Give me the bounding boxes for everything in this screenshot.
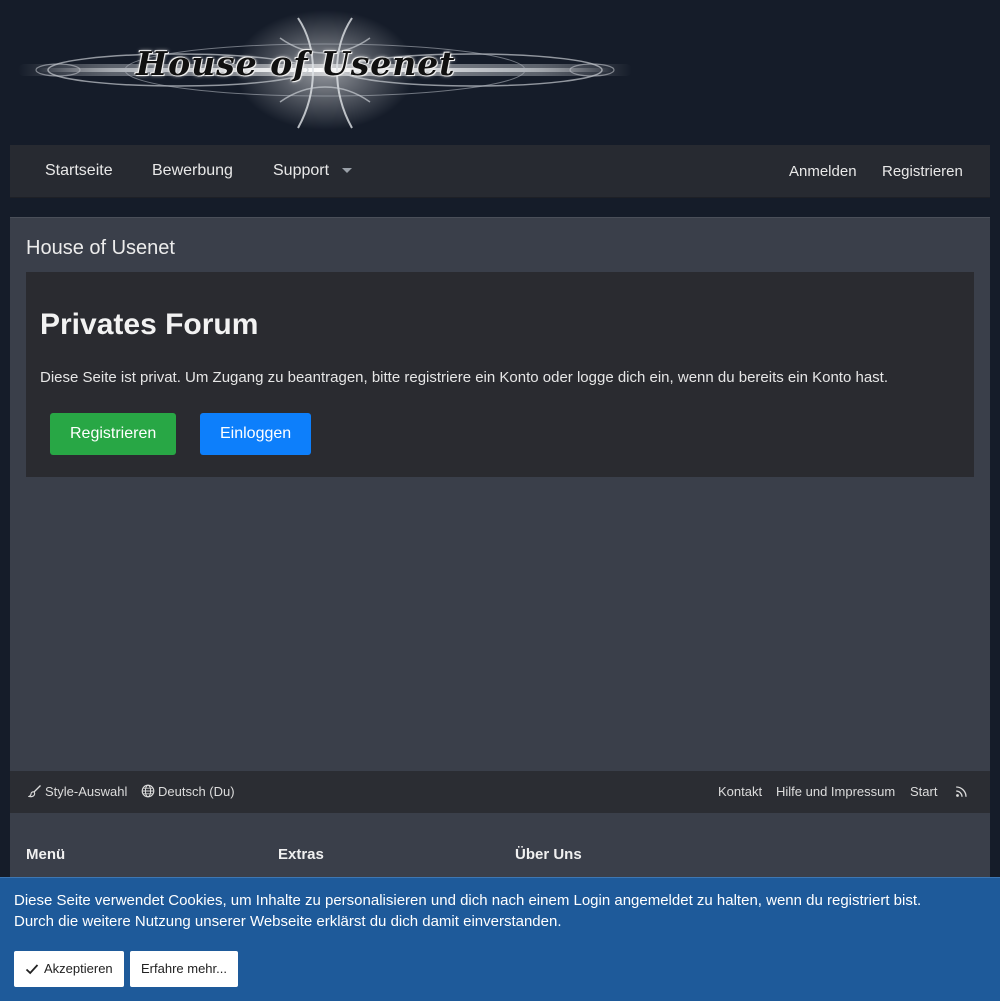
footer-col-about: Über Uns — [515, 846, 582, 863]
cookie-message-line-1: Diese Seite verwendet Cookies, um Inhalt… — [14, 892, 922, 909]
register-button[interactable]: Registrieren — [50, 413, 177, 455]
cookie-accept-label: Akzeptieren — [44, 961, 113, 976]
rss-icon — [956, 786, 967, 797]
nav-login[interactable]: Anmelden — [789, 145, 857, 197]
private-forum-block: Privates Forum Diese Seite ist privat. U… — [26, 272, 974, 477]
cookie-learn-more-button[interactable]: Erfahre mehr... — [130, 951, 238, 987]
logo-text: House of Usenet — [136, 44, 456, 83]
footer-col-extras: Extras — [278, 846, 324, 863]
footer-link-help[interactable]: Hilfe und Impressum — [776, 771, 895, 813]
nav-startseite[interactable]: Startseite — [45, 145, 113, 197]
footer-col-menu: Menü — [26, 846, 66, 863]
cookie-notice: Diese Seite verwendet Cookies, um Inhalt… — [0, 877, 1000, 1001]
paintbrush-icon — [27, 785, 41, 798]
language-chooser-link[interactable]: Deutsch (Du) — [141, 771, 235, 813]
private-forum-heading: Privates Forum — [40, 308, 259, 341]
footer-link-start[interactable]: Start — [910, 771, 937, 813]
footer-link-kontakt[interactable]: Kontakt — [718, 771, 762, 813]
cookie-accept-button[interactable]: Akzeptieren — [14, 951, 124, 987]
login-button[interactable]: Einloggen — [200, 413, 312, 455]
rss-link[interactable] — [955, 771, 971, 813]
nav-register[interactable]: Registrieren — [882, 145, 963, 197]
language-label: Deutsch (Du) — [158, 784, 235, 799]
main-navigation: Startseite Bewerbung Support Anmelden Re… — [10, 145, 990, 198]
menu-caret-icon[interactable] — [342, 168, 352, 173]
style-chooser-link[interactable]: Style-Auswahl — [27, 771, 128, 813]
nav-bewerbung[interactable]: Bewerbung — [152, 145, 233, 197]
checkmark-icon — [25, 964, 39, 975]
main-content: House of Usenet Privates Forum Diese Sei… — [10, 217, 990, 772]
nav-support[interactable]: Support — [273, 145, 329, 197]
private-forum-message: Diese Seite ist privat. Um Zugang zu bea… — [40, 369, 888, 386]
site-header: House of Usenet — [0, 0, 1000, 145]
globe-icon — [141, 784, 155, 798]
site-logo[interactable]: House of Usenet — [18, 8, 632, 138]
style-chooser-label: Style-Auswahl — [45, 784, 128, 799]
cookie-message-line-2: Durch die weitere Nutzung unserer Websei… — [14, 913, 562, 930]
footer-bar: Style-Auswahl Deutsch (Du) Kontakt Hilfe… — [10, 771, 990, 813]
page-title: House of Usenet — [26, 237, 175, 259]
cookie-message: Diese Seite verwendet Cookies, um Inhalt… — [14, 890, 984, 932]
